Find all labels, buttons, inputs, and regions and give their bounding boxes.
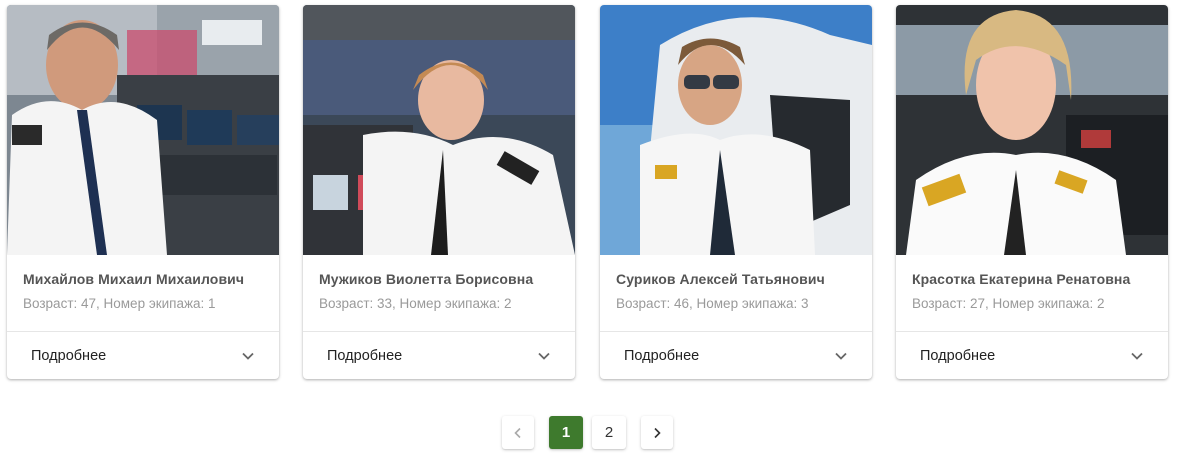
crew-card-list: Михайлов Михаил Михаилович Возраст: 47, …	[7, 5, 1169, 379]
crew-card: Красотка Екатерина Ренатовна Возраст: 27…	[896, 5, 1168, 379]
pagination-page-2[interactable]: 2	[592, 416, 626, 449]
crew-card: Суриков Алексей Татьянович Возраст: 46, …	[600, 5, 872, 379]
details-expand-button[interactable]: Подробнее	[896, 332, 1168, 379]
crew-photo	[7, 5, 279, 255]
crew-photo	[600, 5, 872, 255]
chevron-down-icon	[1131, 352, 1143, 360]
crew-info: Суриков Алексей Татьянович Возраст: 46, …	[600, 255, 872, 331]
crew-info: Михайлов Михаил Михаилович Возраст: 47, …	[7, 255, 279, 331]
chevron-down-icon	[242, 352, 254, 360]
chevron-down-icon	[835, 352, 847, 360]
crew-card: Михайлов Михаил Михаилович Возраст: 47, …	[7, 5, 279, 379]
details-expand-button[interactable]: Подробнее	[600, 332, 872, 379]
pagination-next-button[interactable]	[641, 416, 673, 449]
details-label: Подробнее	[327, 347, 403, 364]
pilot-photo-image	[896, 5, 1168, 255]
chevron-right-icon	[654, 427, 661, 438]
crew-name: Красотка Екатерина Ренатовна	[912, 271, 1131, 287]
pilot-photo-image	[303, 5, 575, 255]
crew-card: Мужиков Виолетта Борисовна Возраст: 33, …	[303, 5, 575, 379]
details-expand-button[interactable]: Подробнее	[303, 332, 575, 379]
crew-info: Красотка Екатерина Ренатовна Возраст: 27…	[896, 255, 1168, 331]
crew-photo	[303, 5, 575, 255]
chevron-down-icon	[538, 352, 550, 360]
pagination-prev-button[interactable]	[502, 416, 534, 449]
details-label: Подробнее	[624, 347, 700, 364]
crew-meta: Возраст: 47, Номер экипажа: 1	[23, 296, 216, 311]
crew-meta: Возраст: 27, Номер экипажа: 2	[912, 296, 1105, 311]
pilot-photo-image	[600, 5, 872, 255]
crew-info: Мужиков Виолетта Борисовна Возраст: 33, …	[303, 255, 575, 331]
details-label: Подробнее	[31, 347, 107, 364]
pagination-page-1[interactable]: 1	[549, 416, 583, 449]
crew-name: Михайлов Михаил Михаилович	[23, 271, 245, 287]
crew-name: Мужиков Виолетта Борисовна	[319, 271, 534, 287]
crew-photo	[896, 5, 1168, 255]
crew-meta: Возраст: 33, Номер экипажа: 2	[319, 296, 512, 311]
crew-name: Суриков Алексей Татьянович	[616, 271, 825, 287]
pilot-photo-image	[7, 5, 279, 255]
chevron-left-icon	[514, 427, 521, 438]
details-expand-button[interactable]: Подробнее	[7, 332, 279, 379]
details-label: Подробнее	[920, 347, 996, 364]
crew-meta: Возраст: 46, Номер экипажа: 3	[616, 296, 809, 311]
